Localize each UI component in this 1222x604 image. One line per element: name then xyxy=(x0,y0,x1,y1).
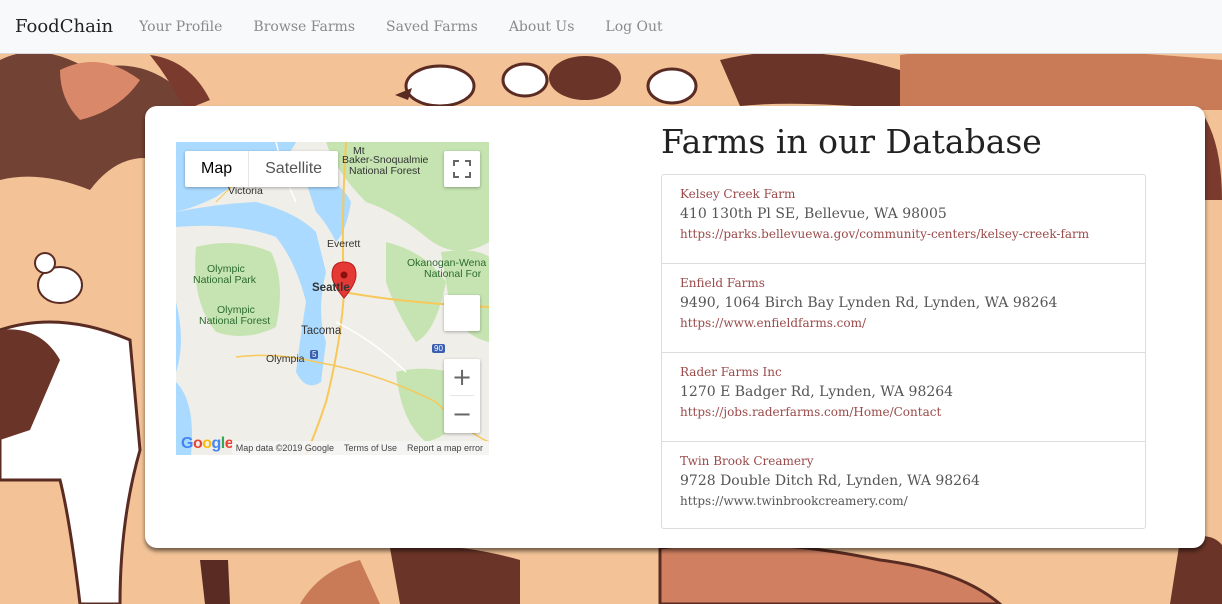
interstate-90-shield-icon: 90 xyxy=(432,344,445,353)
main-card: Mt Baker-Snoqualmie National Forest Vict… xyxy=(145,106,1205,548)
map-data-credit: Map data ©2019 Google xyxy=(235,443,334,453)
page-title: Farms in our Database xyxy=(661,122,1042,161)
fullscreen-icon xyxy=(453,160,471,178)
brand-logo[interactable]: FoodChain xyxy=(15,16,113,37)
zoom-in-button[interactable]: + xyxy=(444,359,480,395)
farm-name-link[interactable]: Twin Brook Creamery xyxy=(680,454,1127,468)
street-view-button[interactable] xyxy=(444,295,480,331)
zoom-control: + − xyxy=(444,359,480,433)
map-attribution: Map data ©2019 Google Terms of Use Repor… xyxy=(231,441,489,455)
google-map[interactable]: Mt Baker-Snoqualmie National Forest Vict… xyxy=(176,142,489,455)
map-label-tacoma: Tacoma xyxy=(301,325,342,337)
map-type-control: Map Satellite xyxy=(185,151,339,187)
farm-address: 9490, 1064 Birch Bay Lynden Rd, Lynden, … xyxy=(680,295,1058,311)
nav-browse-farms[interactable]: Browse Farms xyxy=(253,19,355,35)
map-label-olympia: Olympia xyxy=(266,353,305,365)
nav-about-us[interactable]: About Us xyxy=(509,19,575,35)
nav-saved-farms[interactable]: Saved Farms xyxy=(386,19,478,35)
map-label-everett: Everett xyxy=(327,238,361,250)
map-label-national-forest-2: National For xyxy=(424,268,482,280)
farm-list-item: Twin Brook Creamery 9728 Double Ditch Rd… xyxy=(662,442,1145,528)
map-label-national-forest: National Forest xyxy=(349,165,421,177)
farm-address: 1270 E Badger Rd, Lynden, WA 98264 xyxy=(680,384,954,400)
map-label-olympic-national-forest: National Forest xyxy=(199,315,271,327)
nav-your-profile[interactable]: Your Profile xyxy=(139,19,222,35)
fullscreen-button[interactable] xyxy=(444,151,480,187)
report-map-error-link[interactable]: Report a map error xyxy=(407,442,483,454)
zoom-out-button[interactable]: − xyxy=(444,396,480,432)
farm-website-link[interactable]: https://parks.bellevuewa.gov/community-c… xyxy=(680,227,1127,241)
interstate-5-shield-icon: 5 xyxy=(310,350,319,359)
google-logo: Google xyxy=(181,435,234,452)
farm-website-link[interactable]: https://www.twinbrookcreamery.com/ xyxy=(680,494,1127,508)
farm-list-item: Rader Farms Inc 1270 E Badger Rd, Lynden… xyxy=(662,353,1145,442)
map-label-seattle: Seattle xyxy=(312,282,350,294)
map-type-satellite-button[interactable]: Satellite xyxy=(249,151,338,187)
map-terrain xyxy=(176,142,489,455)
nav-log-out[interactable]: Log Out xyxy=(605,19,662,35)
farm-address: 9728 Double Ditch Rd, Lynden, WA 98264 xyxy=(680,473,980,489)
top-navbar: FoodChain Your Profile Browse Farms Save… xyxy=(0,0,1222,54)
farm-list-item: Kelsey Creek Farm 410 130th Pl SE, Belle… xyxy=(662,175,1145,264)
farm-website-link[interactable]: https://www.enfieldfarms.com/ xyxy=(680,316,1127,330)
map-footer: Google Map data ©2019 Google Terms of Us… xyxy=(176,435,489,455)
farm-website-link[interactable]: https://jobs.raderfarms.com/Home/Contact xyxy=(680,405,1127,419)
farm-name-link[interactable]: Enfield Farms xyxy=(680,276,1127,290)
farm-list: Kelsey Creek Farm 410 130th Pl SE, Belle… xyxy=(661,174,1146,529)
terms-of-use-link[interactable]: Terms of Use xyxy=(344,442,397,454)
farm-list-item: Enfield Farms 9490, 1064 Birch Bay Lynde… xyxy=(662,264,1145,353)
farm-name-link[interactable]: Kelsey Creek Farm xyxy=(680,187,1127,201)
farm-name-link[interactable]: Rader Farms Inc xyxy=(680,365,1127,379)
farm-address: 410 130th Pl SE, Bellevue, WA 98005 xyxy=(680,206,947,222)
map-label-national-park: National Park xyxy=(193,274,257,286)
map-type-map-button[interactable]: Map xyxy=(185,151,250,187)
